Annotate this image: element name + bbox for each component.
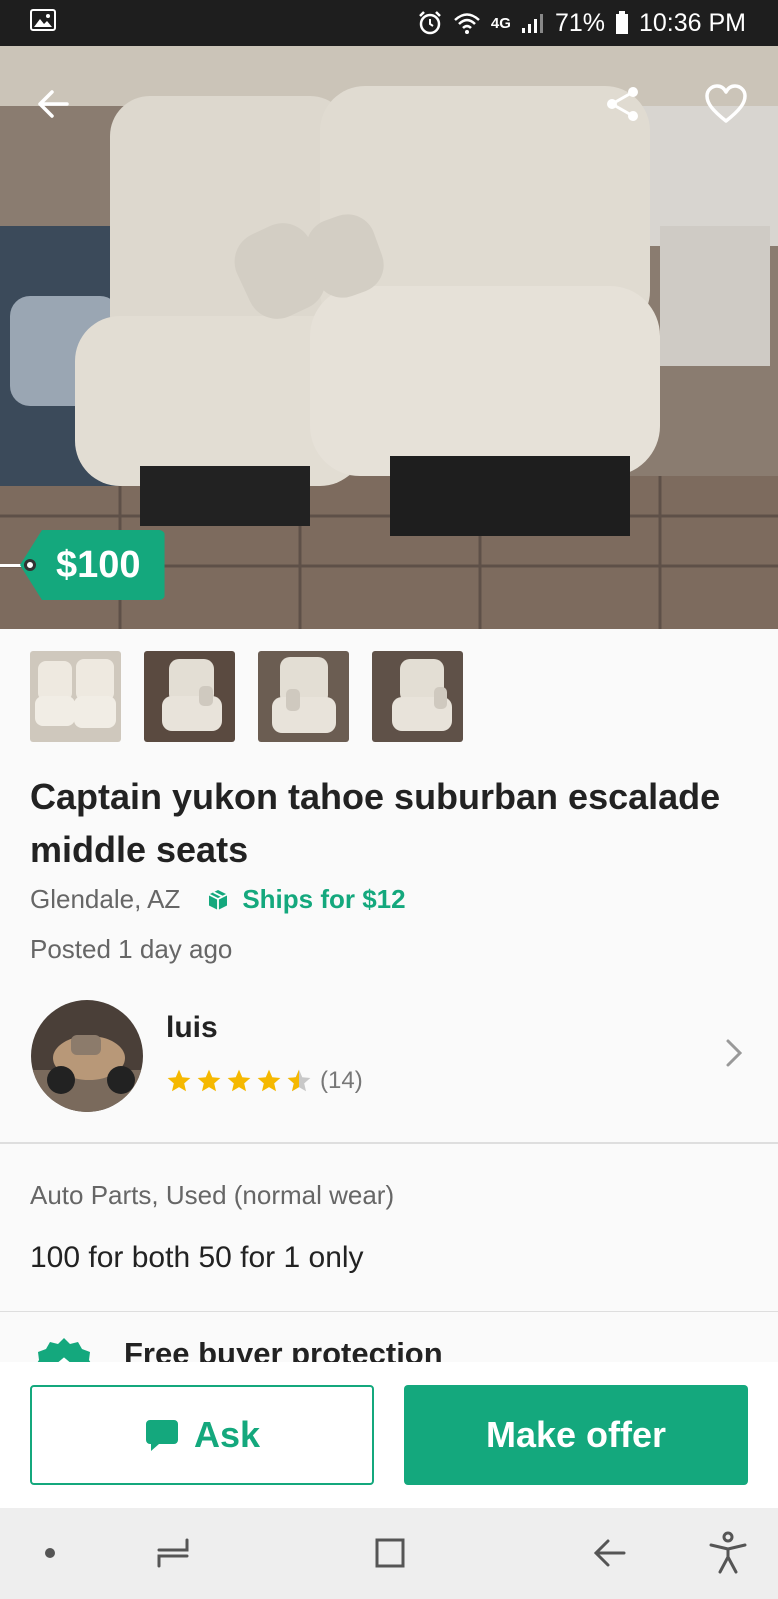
seller-rating: (14): [166, 1067, 363, 1095]
shipping-info: Ships for $12: [206, 884, 406, 915]
image-icon: [30, 8, 56, 38]
avatar: [31, 1000, 143, 1112]
protection-label: Free buyer protection: [124, 1336, 443, 1362]
star-icon: [257, 1069, 281, 1092]
star-icon: [227, 1069, 251, 1092]
thumbnail-2[interactable]: [144, 651, 235, 742]
seller-row[interactable]: luis (14): [0, 997, 778, 1143]
ask-button[interactable]: Ask: [30, 1385, 374, 1485]
seller-name: luis: [166, 1011, 218, 1044]
battery-percent: 71%: [554, 8, 605, 37]
network-type: 4G: [490, 14, 511, 32]
wifi-icon: [453, 11, 481, 35]
price-tag: $100: [0, 530, 165, 600]
heart-icon: [705, 84, 747, 123]
shipping-label: Ships for $12: [242, 884, 406, 914]
battery-icon: [615, 11, 629, 35]
buyer-protection[interactable]: Free buyer protection: [0, 1312, 778, 1362]
price-tag-hole: [24, 559, 36, 571]
star-icon: [167, 1069, 191, 1092]
listing-title: Captain yukon tahoe suburban escalade mi…: [30, 776, 721, 870]
alarm-icon: [417, 10, 443, 36]
thumbnail-4[interactable]: [372, 651, 463, 742]
posted-time: Posted 1 day ago: [30, 934, 233, 964]
half-star-icon: [287, 1069, 311, 1092]
hero-photo[interactable]: $100: [0, 46, 778, 629]
listing-location: Glendale, AZ: [30, 884, 181, 914]
share-icon: [607, 87, 638, 121]
back-icon[interactable]: [585, 1528, 635, 1578]
status-bar: 4G 71% 10:36 PM: [0, 0, 778, 46]
system-nav-bar: [0, 1508, 778, 1599]
thumbnail-1[interactable]: [30, 651, 121, 742]
make-offer-button[interactable]: Make offer: [404, 1385, 748, 1485]
back-button[interactable]: [25, 76, 81, 132]
divider: [0, 1143, 778, 1144]
signal-icon: [521, 12, 545, 34]
review-count: (14): [320, 1067, 363, 1094]
listing-description: 100 for both 50 for 1 only: [30, 1241, 364, 1274]
clock: 10:36 PM: [638, 8, 746, 37]
star-icon: [197, 1069, 221, 1092]
chat-bubble-icon: [144, 1417, 180, 1453]
nav-dot-icon[interactable]: [25, 1528, 75, 1578]
accessibility-icon[interactable]: [703, 1528, 753, 1578]
listing-meta: Glendale, AZ Ships for $12: [30, 884, 406, 915]
chevron-right-icon: [724, 1037, 744, 1074]
back-arrow-icon: [38, 90, 69, 118]
favorite-button[interactable]: [698, 76, 754, 132]
package-icon: [206, 888, 230, 912]
home-icon[interactable]: [365, 1528, 415, 1578]
thumbnail-strip: [30, 651, 463, 742]
recent-apps-icon[interactable]: [148, 1528, 198, 1578]
category-condition: Auto Parts, Used (normal wear): [30, 1180, 395, 1210]
thumbnail-3[interactable]: [258, 651, 349, 742]
action-bar: Ask Make offer: [0, 1362, 778, 1508]
price-label: $100: [20, 530, 165, 600]
share-button[interactable]: [595, 76, 651, 132]
shield-icon: [32, 1336, 96, 1362]
ask-label: Ask: [193, 1414, 261, 1455]
